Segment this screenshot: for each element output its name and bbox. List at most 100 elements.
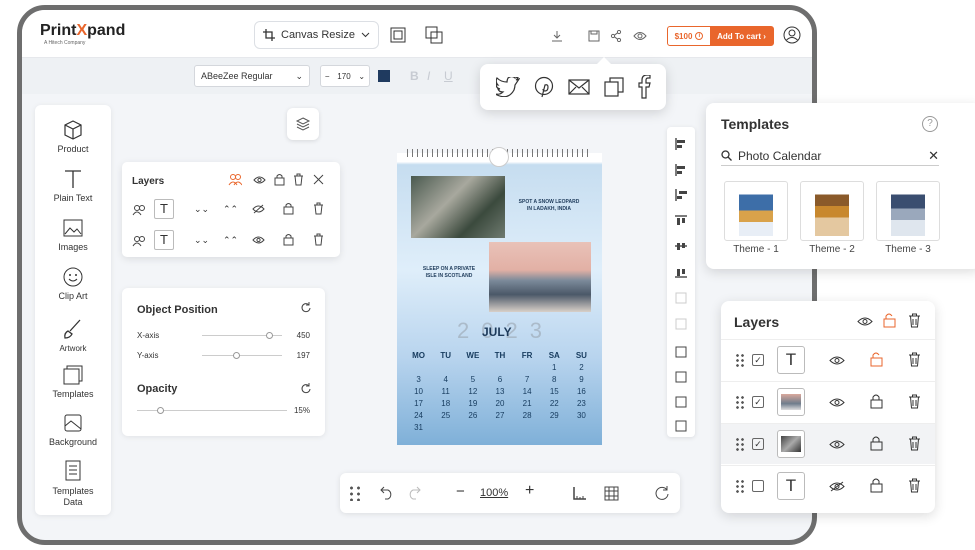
trash-icon[interactable] (908, 313, 921, 328)
minus-icon[interactable]: − (325, 72, 330, 81)
distribute-v-icon[interactable] (674, 317, 688, 331)
save-icon[interactable] (584, 26, 604, 46)
undo-icon[interactable] (380, 486, 394, 500)
crop-icon[interactable] (674, 370, 688, 384)
download-icon[interactable] (547, 26, 567, 46)
font-select[interactable]: ABeeZee Regular ⌄ (194, 65, 310, 87)
slider-handle[interactable] (266, 332, 273, 339)
eye-icon[interactable] (857, 316, 873, 327)
zoom-in-icon[interactable]: + (525, 482, 534, 500)
sidebar-item-images[interactable]: Images (35, 217, 111, 252)
lock-icon[interactable] (274, 173, 285, 186)
eye-icon[interactable] (252, 235, 265, 245)
layer-row[interactable]: ✓ T (721, 339, 935, 380)
help-icon[interactable]: ? (922, 116, 938, 132)
user-avatar-icon[interactable] (782, 25, 802, 45)
preview-icon[interactable] (630, 26, 650, 46)
trash-icon[interactable] (293, 173, 304, 186)
copy-icon[interactable] (604, 77, 624, 97)
opacity-slider[interactable] (137, 407, 287, 414)
align-center-h-icon[interactable] (674, 163, 688, 177)
grid-icon[interactable] (604, 486, 619, 501)
sidebar-item-plain-text[interactable]: Plain Text (35, 168, 111, 203)
drag-handle-icon[interactable] (735, 353, 745, 367)
group-icon[interactable] (388, 25, 408, 45)
sidebar-item-artwork[interactable]: Artwork (35, 317, 111, 353)
delete-icon[interactable] (674, 419, 688, 433)
layer-checkbox[interactable] (752, 480, 764, 492)
zoom-out-icon[interactable]: − (456, 483, 465, 500)
redo-icon[interactable] (407, 486, 421, 500)
twitter-icon[interactable] (496, 77, 520, 97)
layer-checkbox[interactable]: ✓ (752, 396, 764, 408)
layers-toggle-button[interactable] (287, 108, 319, 140)
clear-icon[interactable]: ✕ (928, 148, 939, 164)
pinterest-icon[interactable] (534, 76, 554, 98)
sidebar-item-templates-data[interactable]: Templates Data (35, 459, 111, 509)
people-icon[interactable] (228, 173, 242, 187)
sidebar-item-clip-art[interactable]: Clip Art (35, 266, 111, 301)
lock-icon[interactable] (870, 478, 883, 493)
ruler-icon[interactable] (573, 486, 587, 500)
close-icon[interactable] (313, 174, 324, 185)
eye-icon[interactable] (829, 355, 845, 366)
reset-icon[interactable] (300, 383, 311, 394)
align-right-icon[interactable] (674, 188, 688, 202)
layer-checkbox[interactable]: ✓ (752, 354, 764, 366)
eye-icon[interactable] (829, 397, 845, 408)
trash-icon[interactable] (908, 436, 921, 451)
x-axis-slider[interactable] (202, 332, 282, 339)
trash-icon[interactable] (313, 233, 324, 246)
caption-scotland[interactable]: SLEEP ON A PRIVATE ISLE IN SCOTLAND (409, 266, 489, 280)
text-color-swatch[interactable] (378, 70, 390, 82)
refresh-icon[interactable] (654, 486, 669, 501)
calendar-canvas[interactable]: SPOT A SNOW LEOPARD IN LADAKH, INDIA SLE… (397, 147, 602, 445)
italic-icon[interactable]: I (427, 69, 430, 83)
template-search[interactable]: Photo Calendar ✕ (721, 146, 939, 166)
underline-icon[interactable]: U (444, 69, 453, 83)
reset-icon[interactable] (300, 302, 311, 313)
lock-icon[interactable] (283, 202, 294, 215)
bold-icon[interactable]: B (410, 69, 419, 83)
calendar-month[interactable]: JULY (482, 325, 512, 339)
mail-icon[interactable] (568, 79, 590, 95)
drag-handle-icon[interactable] (735, 479, 745, 493)
layer-row[interactable]: ✓ (721, 423, 935, 464)
y-axis-slider[interactable] (202, 352, 282, 359)
drag-handle-icon[interactable] (735, 395, 745, 409)
duplicate-icon[interactable] (674, 345, 688, 359)
move-up-icon[interactable]: ⌃⌃ (223, 235, 238, 246)
layer-checkbox[interactable]: ✓ (752, 438, 764, 450)
trash-icon[interactable] (908, 478, 921, 493)
align-left-icon[interactable] (674, 137, 688, 151)
ungroup-icon[interactable] (424, 25, 444, 45)
lock-icon[interactable] (870, 394, 883, 409)
price-cart[interactable]: $100 i Add To cart › (667, 26, 774, 46)
font-size-stepper[interactable]: −170 ⌄ (320, 65, 370, 87)
eye-icon[interactable] (829, 439, 845, 450)
move-down-icon[interactable]: ⌄⌄ (194, 235, 209, 246)
align-bottom-icon[interactable] (674, 265, 688, 279)
text-layer-thumb[interactable]: T (154, 199, 174, 219)
trash-icon[interactable] (908, 394, 921, 409)
layer-row[interactable]: ✓ (721, 381, 935, 422)
zoom-level[interactable]: 100% (480, 487, 508, 499)
sidebar-item-templates[interactable]: Templates (35, 364, 111, 399)
eye-off-icon[interactable] (829, 481, 845, 492)
sidebar-item-background[interactable]: Background (35, 412, 111, 447)
facebook-icon[interactable] (637, 75, 651, 99)
eye-icon[interactable] (253, 175, 266, 185)
text-layer-thumb[interactable]: T (154, 230, 174, 250)
snow-leopard-photo[interactable] (411, 176, 505, 238)
slider-handle[interactable] (156, 407, 164, 414)
sidebar-item-product[interactable]: Product (35, 119, 111, 154)
move-down-icon[interactable]: ⌄⌄ (194, 204, 209, 215)
align-middle-icon[interactable] (674, 239, 688, 253)
canvas-resize-button[interactable]: Canvas Resize (254, 21, 379, 49)
distribute-h-icon[interactable] (674, 291, 688, 305)
scotland-isle-photo[interactable] (489, 242, 591, 312)
people-icon[interactable] (132, 235, 146, 247)
drag-handle-icon[interactable] (348, 485, 362, 501)
trash-icon[interactable] (313, 202, 324, 215)
drag-handle-icon[interactable] (735, 437, 745, 451)
